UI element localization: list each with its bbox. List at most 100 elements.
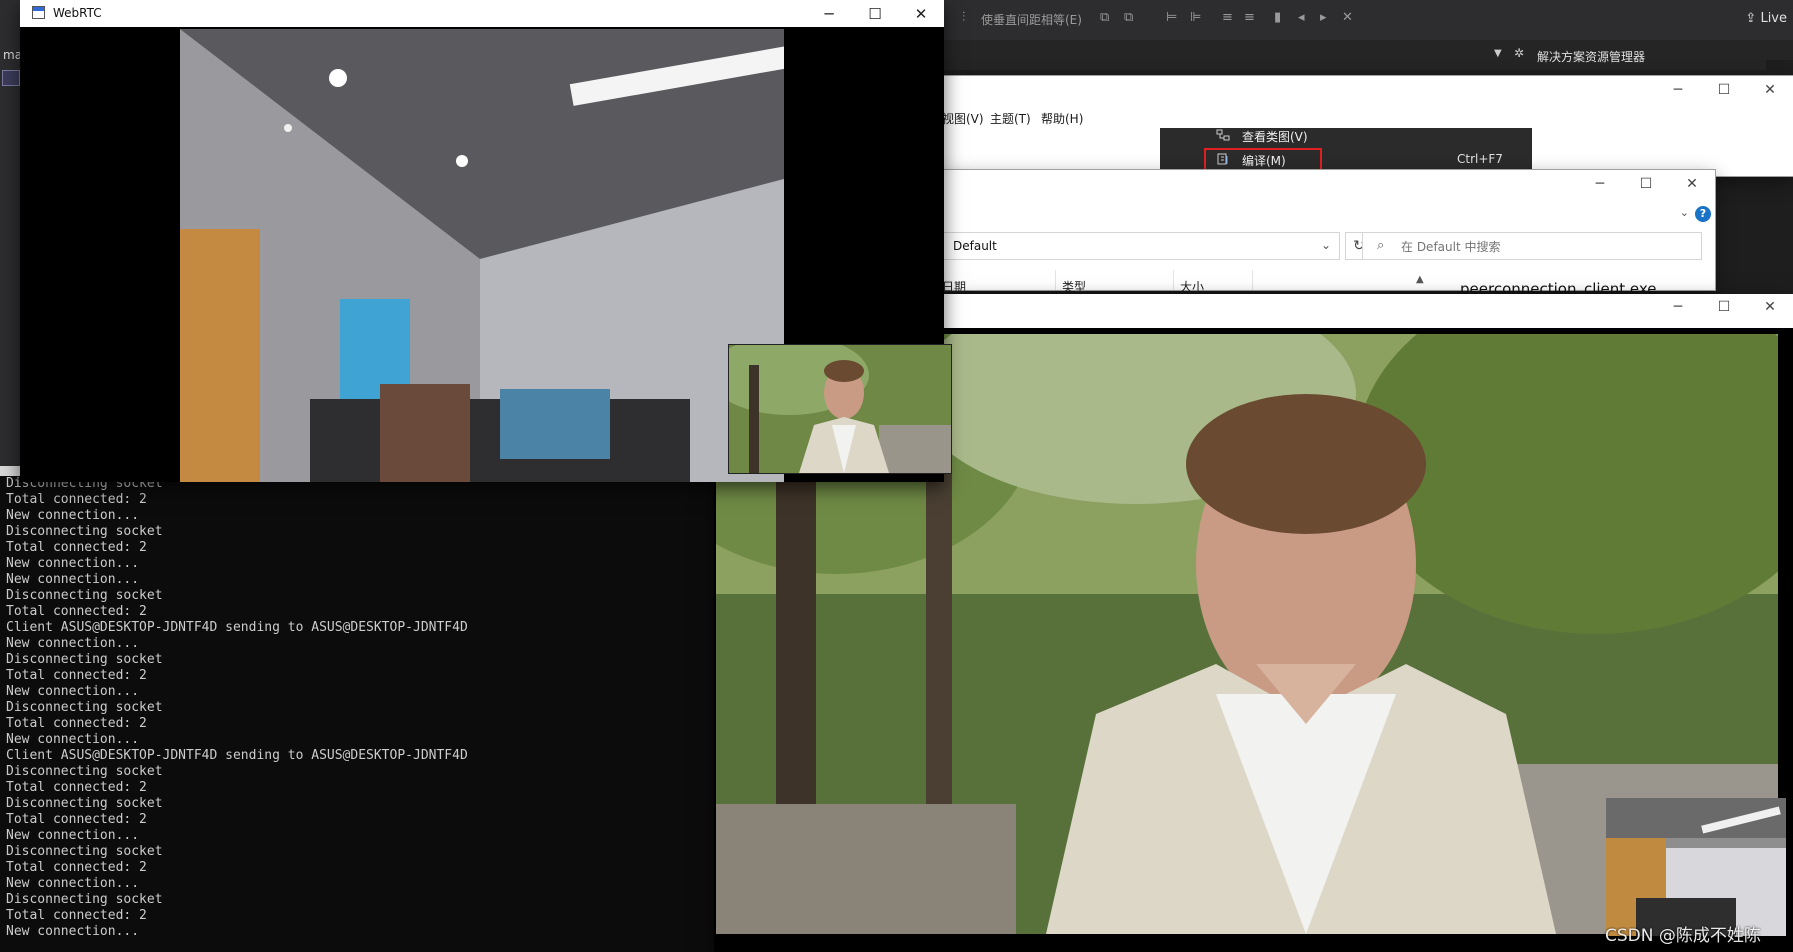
console-line: New connection... <box>6 636 140 651</box>
window-controls: ─ ☐ ✕ <box>1577 170 1715 198</box>
app-icon <box>32 6 45 19</box>
console-line: Total connected: 2 <box>6 812 147 827</box>
close-icon[interactable]: ✕ <box>1669 170 1715 198</box>
console-line: Disconnecting socket <box>6 652 163 667</box>
console-line: Total connected: 2 <box>6 604 147 619</box>
column-header-type[interactable]: 类型 <box>1062 278 1086 295</box>
menu-help[interactable]: 帮助(H) <box>1041 110 1083 127</box>
console-line: Disconnecting socket <box>6 892 163 907</box>
dropdown-arrow-icon[interactable]: ▼ <box>1494 48 1502 59</box>
console-line: Client ASUS@DESKTOP-JDNTF4D sending to A… <box>6 748 468 763</box>
search-icon: ⌕ <box>1377 238 1385 253</box>
explorer-window: ─ ☐ ✕ ⌄ ? Default ⌄ ↻ ⌕ 日期 类型 大小 ▲ peerc… <box>940 170 1715 298</box>
console-line: Total connected: 2 <box>6 716 147 731</box>
align-right-icon[interactable]: ⊫ <box>1190 10 1201 25</box>
expand-ribbon-icon[interactable]: ⌄ <box>1680 206 1689 219</box>
console-line: New connection... <box>6 684 140 699</box>
watermark: CSDN @陈成不姓陈 <box>1605 926 1761 946</box>
column-divider <box>1252 270 1253 290</box>
menu-view[interactable]: 视图(V) <box>942 110 984 127</box>
align-left-icon[interactable]: ⊨ <box>1166 10 1177 25</box>
context-menu-label: 查看类图(V) <box>1242 130 1308 144</box>
remote-video-frame <box>180 29 784 482</box>
console-line: New connection... <box>6 924 140 939</box>
console-line: Disconnecting socket <box>6 524 163 539</box>
solution-explorer-title: 解决方案资源管理器 <box>1537 50 1646 64</box>
maximize-icon[interactable]: ☐ <box>1701 76 1747 104</box>
local-video-frame <box>1606 798 1786 936</box>
console-line: Client ASUS@DESKTOP-JDNTF4D sending to A… <box>6 620 468 635</box>
help-icon[interactable]: ? <box>1695 206 1711 222</box>
webrtc-window: WebRTC ─ ☐ ✕ <box>20 0 952 482</box>
minimize-icon[interactable]: ─ <box>1577 170 1623 198</box>
console-line: Total connected: 2 <box>6 908 147 923</box>
local-video-frame <box>729 345 951 473</box>
window-title: WebRTC <box>53 6 102 20</box>
column-header-date[interactable]: 日期 <box>942 278 966 295</box>
local-video-preview <box>728 344 952 474</box>
live-share-button[interactable]: ⇪ Live <box>1745 11 1787 26</box>
highlight-box <box>1204 148 1322 172</box>
console-line: Total connected: 2 <box>6 668 147 683</box>
address-bar[interactable]: Default ⌄ <box>940 232 1340 260</box>
close-icon[interactable]: ✕ <box>1747 76 1793 104</box>
minimize-icon[interactable]: ─ <box>1655 294 1701 320</box>
menu-theme[interactable]: 主题(T) <box>990 110 1031 127</box>
close-icon[interactable]: ✕ <box>1747 294 1793 320</box>
console-line: Total connected: 2 <box>6 780 147 795</box>
maximize-icon[interactable]: ☐ <box>852 0 898 27</box>
console-line: New connection... <box>6 572 140 587</box>
remote-video <box>180 29 784 482</box>
webrtc-titlebar: WebRTC ─ ☐ ✕ <box>20 0 944 27</box>
console-line: Disconnecting socket <box>6 700 163 715</box>
context-menu-item[interactable]: 查看类图(V) <box>1160 124 1532 148</box>
console-line: New connection... <box>6 556 140 571</box>
console-line: Disconnecting socket <box>6 844 163 859</box>
close-icon[interactable]: ✕ <box>898 0 944 27</box>
console-line: Disconnecting socket <box>6 588 163 603</box>
console-line: New connection... <box>6 508 140 523</box>
bookmark-next-icon[interactable]: ▸ <box>1320 10 1327 25</box>
search-input[interactable] <box>1399 236 1693 258</box>
align-icon[interactable]: ⫶ <box>962 10 965 25</box>
search-box[interactable]: ⌕ <box>1362 232 1702 260</box>
scroll-up-icon[interactable]: ▲ <box>1416 274 1424 285</box>
maximize-icon[interactable]: ☐ <box>1623 170 1669 198</box>
spacing-icon[interactable]: ⧉ <box>1124 10 1133 25</box>
toolbox-icon[interactable] <box>2 70 20 86</box>
toolbar-make-vertical-spacing-equal[interactable]: 使垂直间距相等(E) <box>981 11 1082 28</box>
address-value: Default <box>953 239 997 253</box>
bookmark-prev-icon[interactable]: ◂ <box>1298 10 1305 25</box>
console-line: Disconnecting socket <box>6 796 163 811</box>
outdent-icon[interactable]: ≡ <box>1244 10 1255 25</box>
bookmark-icon[interactable]: ▮ <box>1274 10 1281 25</box>
console-line: New connection... <box>6 828 140 843</box>
column-divider <box>1055 270 1056 290</box>
console-line: New connection... <box>6 732 140 747</box>
indent-icon[interactable]: ≡ <box>1222 10 1233 25</box>
console-line: Total connected: 2 <box>6 492 147 507</box>
context-menu: 查看类图(V) 编译(M) Ctrl+F7 <box>1160 128 1532 172</box>
console-output: Disconnecting socket Total connected: 2 Ne… <box>0 476 720 940</box>
chevron-down-icon[interactable]: ⌄ <box>1321 238 1331 252</box>
console-window: Disconnecting socket Total connected: 2 Ne… <box>0 476 720 952</box>
live-share-label: Live <box>1760 11 1787 26</box>
bookmark-clear-icon[interactable]: ✕ <box>1342 10 1353 25</box>
window-controls: ─ ☐ ✕ <box>1655 294 1793 320</box>
class-diagram-icon <box>1216 129 1230 141</box>
console-line: Total connected: 2 <box>6 860 147 875</box>
column-divider <box>1173 270 1174 290</box>
shortcut-label: Ctrl+F7 <box>1457 152 1503 166</box>
column-header-size[interactable]: 大小 <box>1180 278 1204 295</box>
console-line: Total connected: 2 <box>6 540 147 555</box>
console-line: Disconnecting socket <box>6 764 163 779</box>
spacing-icon[interactable]: ⧉ <box>1100 10 1109 25</box>
window-controls: ─ ☐ ✕ <box>1655 76 1793 104</box>
gear-icon[interactable]: ✲ <box>1514 46 1524 60</box>
maximize-icon[interactable]: ☐ <box>1701 294 1747 320</box>
console-line: New connection... <box>6 876 140 891</box>
window-controls: ─ ☐ ✕ <box>806 0 944 27</box>
minimize-icon[interactable]: ─ <box>806 0 852 27</box>
minimize-icon[interactable]: ─ <box>1655 76 1701 104</box>
live-share-icon: ⇪ <box>1745 11 1757 26</box>
